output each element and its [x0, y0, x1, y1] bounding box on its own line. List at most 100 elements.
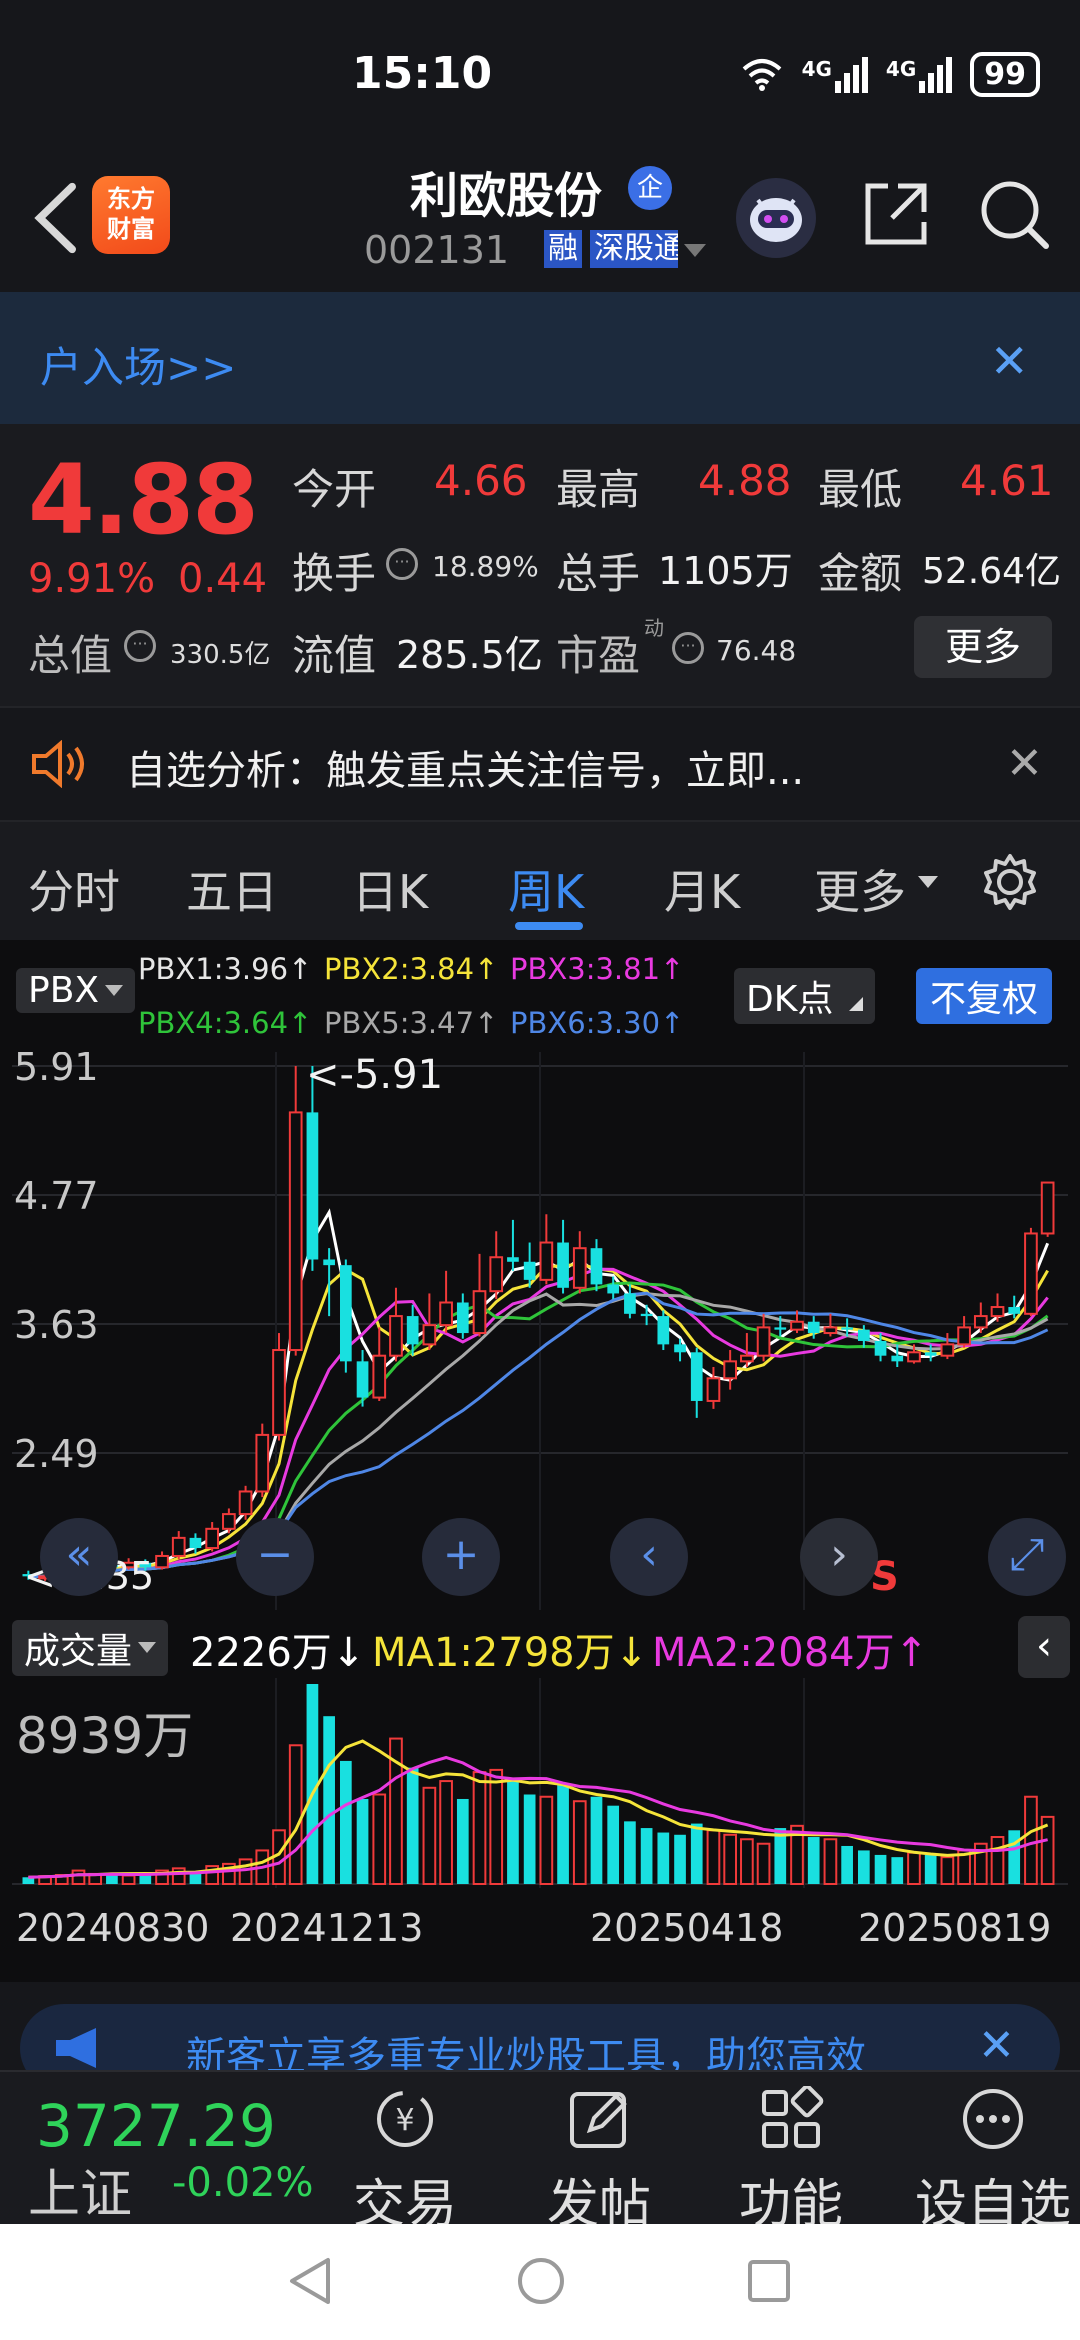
- volume-bar: [640, 1828, 653, 1884]
- candle-body: [189, 1537, 202, 1549]
- corner-arrow-icon: [848, 997, 863, 1011]
- volume-indicator-dropdown[interactable]: 成交量: [12, 1620, 169, 1676]
- index-change[interactable]: -0.02%: [172, 2160, 314, 2206]
- high-label: 最高: [556, 465, 641, 514]
- robot-assistant-icon[interactable]: [736, 178, 816, 258]
- volume-bar: [624, 1821, 636, 1884]
- candle-body: [523, 1261, 536, 1280]
- candle-body: [723, 1360, 738, 1380]
- banner-close-icon[interactable]: ✕: [990, 334, 1029, 388]
- candle-body: [874, 1340, 887, 1356]
- tab-weekly[interactable]: 周K: [508, 856, 584, 922]
- candle-body: [339, 1265, 352, 1362]
- candle-body: [891, 1355, 904, 1362]
- chevron-down-icon[interactable]: [918, 876, 938, 890]
- pe-value: 76.48: [716, 634, 797, 667]
- search-icon[interactable]: [976, 176, 1052, 252]
- dk-point-dropdown[interactable]: DK点: [734, 968, 875, 1024]
- volume-value: 1105万: [658, 549, 793, 593]
- eye-icon[interactable]: ···: [672, 632, 704, 664]
- wifi-icon: [742, 58, 781, 91]
- fullscreen-icon[interactable]: ⤢: [988, 1518, 1066, 1596]
- y-tick-label: 2.49: [14, 1432, 99, 1476]
- candle-body: [790, 1320, 804, 1331]
- tab-five-day[interactable]: 五日: [186, 856, 278, 922]
- margin-tag[interactable]: 融: [544, 230, 582, 268]
- last-price: 4.88: [28, 444, 259, 556]
- date-label: 20250418: [590, 1906, 784, 1950]
- market-cap-value: 330.5亿: [170, 640, 271, 670]
- volume-bar: [1024, 1795, 1038, 1885]
- candle-body: [857, 1329, 870, 1341]
- volume-bar: [238, 1858, 253, 1886]
- promo-banner-text[interactable]: 户入场>>: [40, 334, 236, 395]
- candle-body: [306, 1112, 319, 1260]
- collapse-panel-icon[interactable]: ‹: [1018, 1616, 1070, 1678]
- float-cap-value: 285.5亿: [396, 633, 543, 677]
- volume-bar: [71, 1869, 86, 1886]
- zoom-out-icon[interactable]: −: [236, 1518, 314, 1596]
- tab-more[interactable]: 更多: [814, 856, 906, 922]
- candle-body: [389, 1315, 403, 1357]
- candle-body: [841, 1327, 853, 1330]
- tab-intraday[interactable]: 分时: [28, 856, 120, 922]
- y-tick-label: 4.77: [14, 1174, 99, 1218]
- volume-bar: [874, 1854, 887, 1884]
- scroll-left-icon[interactable]: ‹: [610, 1518, 688, 1596]
- index-name[interactable]: 上证: [28, 2152, 132, 2227]
- candle-body: [690, 1352, 703, 1401]
- tab-monthly[interactable]: 月K: [664, 856, 740, 922]
- candle-body: [439, 1301, 453, 1327]
- volume-bar: [607, 1805, 620, 1884]
- volume-bar: [807, 1837, 820, 1884]
- connect-tag[interactable]: 深股通: [590, 230, 678, 268]
- volume-bar: [472, 1771, 487, 1885]
- alert-close-icon[interactable]: ✕: [1006, 738, 1043, 789]
- zoom-in-icon[interactable]: +: [422, 1518, 500, 1596]
- candle-body: [539, 1241, 554, 1281]
- volume-label: 总手: [556, 549, 641, 598]
- pe-dynamic-mark: 动: [644, 616, 664, 640]
- volume-bar: [1008, 1830, 1021, 1884]
- stock-code: 002131: [364, 228, 510, 272]
- pbx5-value: PBX5:3.47↑: [324, 1006, 499, 1040]
- eye-icon[interactable]: ···: [386, 548, 418, 580]
- tab-daily[interactable]: 日K: [352, 856, 428, 922]
- volume-bar: [924, 1854, 937, 1884]
- eye-icon[interactable]: ···: [124, 630, 156, 662]
- share-icon[interactable]: [858, 176, 934, 252]
- alert-text[interactable]: 自选分析：触发重点关注信号，立即...: [126, 738, 804, 796]
- nav-functions[interactable]: 功能: [716, 2084, 866, 2237]
- signal-2-icon: 4G: [886, 56, 953, 93]
- nav-add-watchlist[interactable]: 设自选: [908, 2086, 1078, 2237]
- more-quote-button[interactable]: 更多: [914, 616, 1052, 678]
- volume-ma1: MA1:2798万↓: [372, 1630, 649, 1676]
- amount-value: 52.64亿: [922, 551, 1062, 592]
- nav-trade[interactable]: ¥ 交易: [330, 2086, 480, 2237]
- scroll-left-fast-icon[interactable]: «: [40, 1518, 118, 1596]
- candle-body: [272, 1349, 286, 1436]
- nav-post[interactable]: 发帖: [524, 2086, 674, 2237]
- kline-chart[interactable]: 5.91 4.77 3.63 2.49: [12, 1052, 1068, 1610]
- tag-dropdown-icon[interactable]: [684, 244, 706, 258]
- max-price-marker: <-5.91: [306, 1052, 444, 1098]
- candle-body: [572, 1247, 587, 1289]
- system-recents-icon[interactable]: [744, 2256, 794, 2306]
- adjust-price-button[interactable]: 不复权: [916, 968, 1053, 1024]
- turnover-value: 18.89%: [432, 550, 539, 583]
- candle-body: [706, 1377, 721, 1402]
- gear-icon[interactable]: [980, 852, 1040, 912]
- system-home-icon[interactable]: [516, 2256, 566, 2306]
- indicator-dropdown[interactable]: PBX: [16, 968, 136, 1013]
- volume-bar: [171, 1867, 186, 1885]
- back-arrow-icon[interactable]: [26, 178, 86, 258]
- volume-bar: [539, 1795, 554, 1885]
- scroll-right-icon[interactable]: ›: [800, 1518, 878, 1596]
- volume-bar: [740, 1838, 754, 1885]
- low-value: 4.61: [960, 456, 1054, 505]
- volume-bar: [489, 1768, 504, 1885]
- system-back-icon[interactable]: [286, 2256, 336, 2306]
- candle-body: [823, 1326, 838, 1335]
- promo-close-icon[interactable]: ✕: [978, 2020, 1015, 2071]
- index-value[interactable]: 3727.29: [36, 2092, 276, 2160]
